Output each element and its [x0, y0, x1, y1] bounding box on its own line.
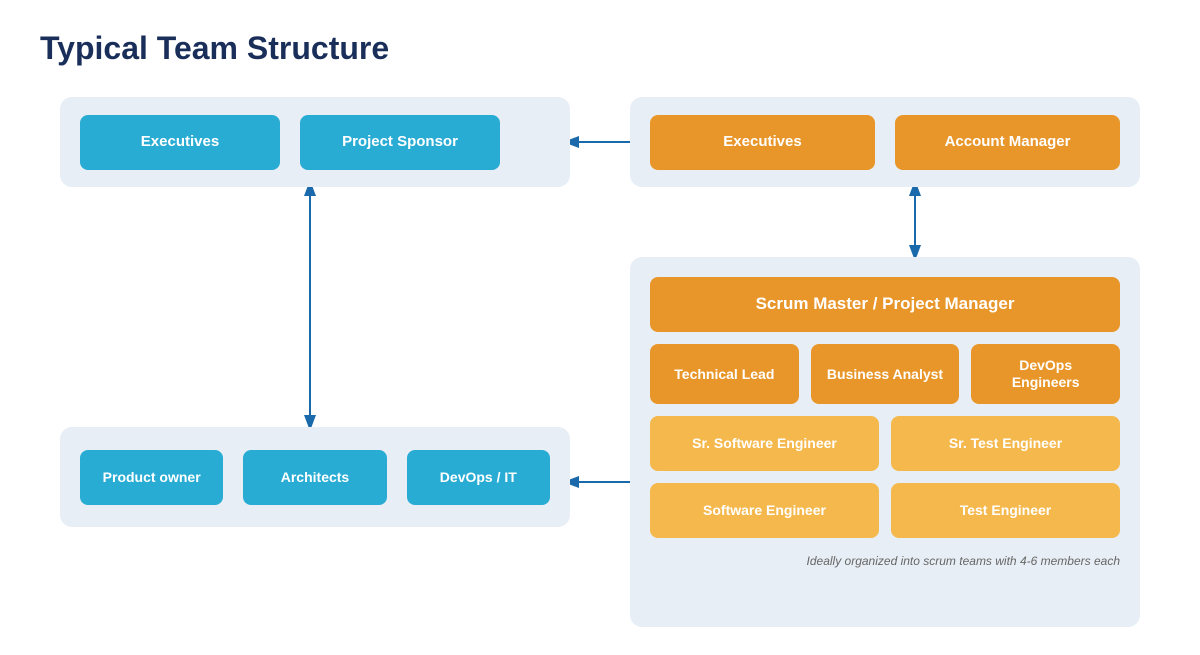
page: Typical Team Structure Exe [0, 0, 1200, 655]
devops-it-badge: DevOps / IT [407, 450, 550, 505]
left-top-group: Executives Project Sponsor [60, 97, 570, 187]
executives-badge-left: Executives [80, 115, 280, 170]
right-top-group: Executives Account Manager [630, 97, 1140, 187]
technical-lead-badge: Technical Lead [650, 344, 799, 404]
row-junior: Software Engineer Test Engineer [650, 483, 1120, 538]
diagram: Executives Project Sponsor Executives Ac… [40, 97, 1160, 652]
test-engineer-badge: Test Engineer [891, 483, 1120, 538]
left-bottom-group: Product owner Architects DevOps / IT [60, 427, 570, 527]
devops-engineers-badge: DevOps Engineers [971, 344, 1120, 404]
scrum-note: Ideally organized into scrum teams with … [650, 554, 1120, 568]
scrum-master-badge: Scrum Master / Project Manager [650, 277, 1120, 332]
account-manager-badge: Account Manager [895, 115, 1120, 170]
page-title: Typical Team Structure [40, 30, 1160, 67]
project-sponsor-badge: Project Sponsor [300, 115, 500, 170]
sr-software-engineer-badge: Sr. Software Engineer [650, 416, 879, 471]
row-technical: Technical Lead Business Analyst DevOps E… [650, 344, 1120, 404]
architects-badge: Architects [243, 450, 386, 505]
software-engineer-badge: Software Engineer [650, 483, 879, 538]
right-bottom-group: Scrum Master / Project Manager Technical… [630, 257, 1140, 627]
executives-badge-right: Executives [650, 115, 875, 170]
sr-test-engineer-badge: Sr. Test Engineer [891, 416, 1120, 471]
row-senior: Sr. Software Engineer Sr. Test Engineer [650, 416, 1120, 471]
business-analyst-badge: Business Analyst [811, 344, 960, 404]
product-owner-badge: Product owner [80, 450, 223, 505]
